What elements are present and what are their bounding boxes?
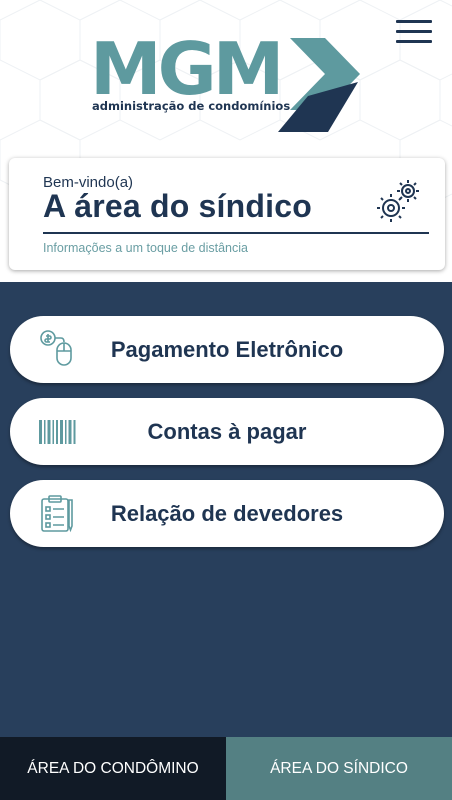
menu-item-pagamento-eletronico[interactable]: Pagamento Eletrônico: [10, 316, 444, 383]
menu-item-label: Contas à pagar: [147, 419, 307, 444]
menu-item-contas-a-pagar[interactable]: Contas à pagar: [10, 398, 444, 465]
title-divider: [43, 232, 429, 234]
page-title: A área do síndico: [43, 188, 312, 224]
welcome-card: Bem-vindo(a) A área do síndico Informaçõ…: [9, 158, 445, 270]
menu-item-label: Pagamento Eletrônico: [110, 337, 344, 362]
menu-item-relacao-de-devedores[interactable]: Relação de devedores: [10, 480, 444, 547]
mgm-logo: MGM administração de condomínios: [90, 34, 360, 132]
menu-item-label: Relação de devedores: [110, 501, 344, 526]
logo-tagline: administração de condomínios: [92, 99, 290, 113]
gear-icon: [377, 180, 419, 222]
tab-area-do-condomino[interactable]: ÁREA DO CONDÔMINO: [0, 737, 226, 800]
bottom-nav: ÁREA DO CONDÔMINO ÁREA DO SÍNDICO: [0, 737, 452, 800]
hamburger-icon[interactable]: [396, 20, 432, 48]
welcome-subtitle: Informações a um toque de distância: [43, 241, 248, 255]
tab-area-do-sindico[interactable]: ÁREA DO SÍNDICO: [226, 737, 452, 800]
